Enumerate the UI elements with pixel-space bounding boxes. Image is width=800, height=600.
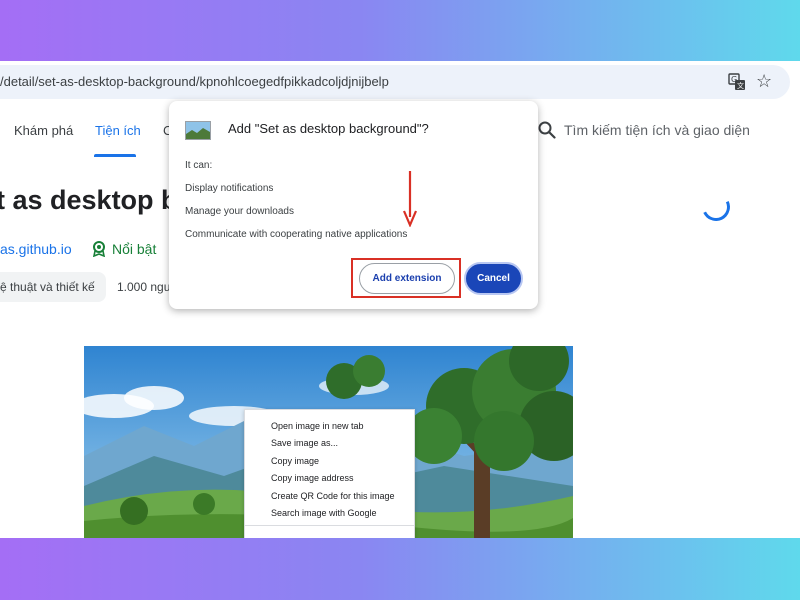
menu-open-image-new-tab[interactable]: Open image in new tab xyxy=(271,421,364,431)
translate-icon[interactable]: G 文 xyxy=(728,73,746,91)
dialog-title: Add "Set as desktop background"? xyxy=(228,121,429,136)
red-arrow-annotation-icon xyxy=(402,171,418,227)
address-bar[interactable]: /detail/set-as-desktop-background/kpnohl… xyxy=(0,65,790,99)
bookmark-star-icon[interactable]: ☆ xyxy=(756,71,772,91)
menu-create-qr-code[interactable]: Create QR Code for this image xyxy=(271,491,395,501)
url-text[interactable]: /detail/set-as-desktop-background/kpnohl… xyxy=(0,74,389,89)
menu-search-image-google[interactable]: Search image with Google xyxy=(271,508,377,518)
svg-text:文: 文 xyxy=(737,81,744,90)
users-count: 1.000 ngu xyxy=(117,280,171,294)
search-icon[interactable] xyxy=(538,121,556,139)
menu-save-image-as[interactable]: Save image as... xyxy=(271,438,338,448)
permission-item: Display notifications xyxy=(185,183,274,194)
add-extension-dialog: Add "Set as desktop background"? It can:… xyxy=(169,101,538,309)
extension-site-link[interactable]: as.github.io xyxy=(0,241,72,257)
category-label: ệ thuật và thiết kế xyxy=(0,280,95,294)
loading-spinner-icon xyxy=(698,189,734,225)
menu-divider xyxy=(245,525,414,526)
active-tab-indicator xyxy=(94,154,136,157)
nav-tien-ich[interactable]: Tiện ích xyxy=(95,123,141,138)
extension-icon xyxy=(185,121,211,140)
add-extension-button[interactable]: Add extension xyxy=(359,263,455,294)
permission-item: Communicate with cooperating native appl… xyxy=(185,229,408,240)
search-input[interactable]: Tìm kiếm tiện ích và giao diện xyxy=(564,122,750,138)
featured-label: Nổi bật xyxy=(112,241,157,257)
permission-item: Manage your downloads xyxy=(185,206,294,217)
menu-copy-image-address[interactable]: Copy image address xyxy=(271,473,354,483)
extension-title: t as desktop b xyxy=(0,185,178,215)
nav-kham-pha[interactable]: Khám phá xyxy=(14,123,73,138)
menu-copy-image[interactable]: Copy image xyxy=(271,456,319,466)
featured-badge-icon xyxy=(92,241,106,257)
category-chip[interactable]: ệ thuật và thiết kế xyxy=(0,272,106,302)
cancel-button[interactable]: Cancel xyxy=(464,262,523,295)
browser-screenshot: /detail/set-as-desktop-background/kpnohl… xyxy=(0,61,800,538)
dialog-it-can: It can: xyxy=(185,160,213,171)
context-menu: Open image in new tab Save image as... C… xyxy=(244,409,415,538)
